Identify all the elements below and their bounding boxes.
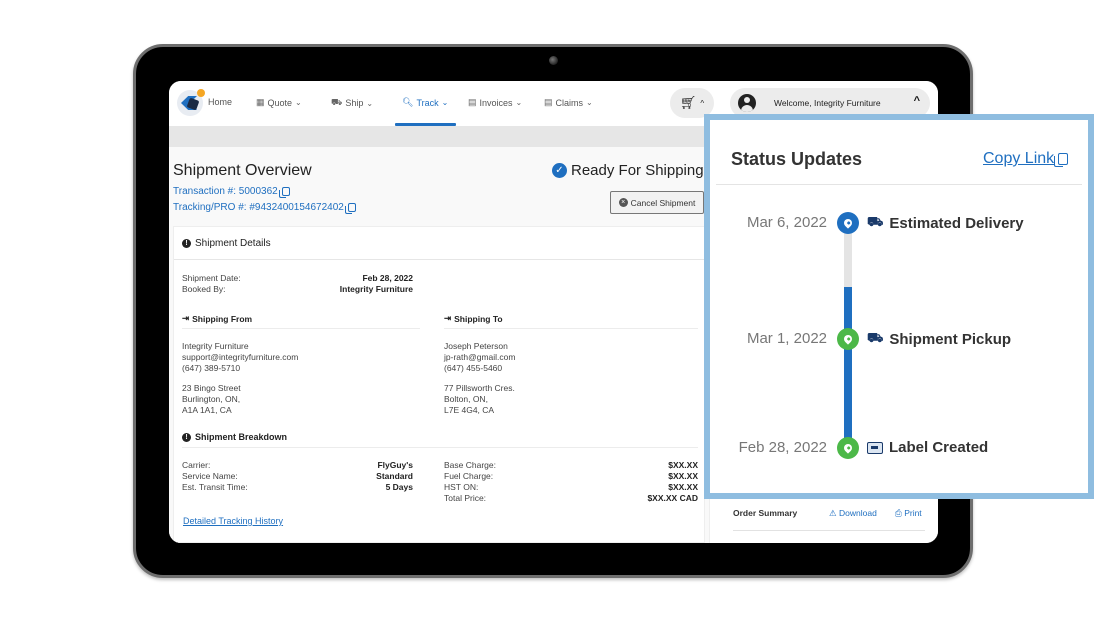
event-date: Feb 28, 2022 xyxy=(738,439,827,456)
shipping-to-address: Joseph Peterson jp-rath@gmail.com (647) 45… xyxy=(444,341,516,415)
chevron-down-icon: ⌄ xyxy=(515,98,523,107)
copy-icon xyxy=(1054,153,1069,167)
shipment-breakdown-title: ! Shipment Breakdown xyxy=(182,432,287,442)
price-breakdown: Base Charge: $XX.XX Fuel Charge: $XX.XX HS… xyxy=(444,460,698,503)
shipping-to-title: ⇥ Shipping To xyxy=(444,313,503,324)
download-icon: ⚠︎ xyxy=(829,508,837,518)
nav-home[interactable]: Home xyxy=(208,97,232,107)
sign-out-icon: ⇥ xyxy=(182,313,190,323)
download-link[interactable]: ⚠︎ Download xyxy=(829,508,877,519)
chevron-down-icon: ⌄ xyxy=(366,98,374,108)
copy-link-button[interactable]: Copy Link xyxy=(983,150,1069,168)
detailed-tracking-history-link[interactable]: Detailed Tracking History xyxy=(183,516,283,526)
event-estimated-delivery: ⛟ Estimated Delivery xyxy=(867,214,1024,232)
event-label-created: Label Created xyxy=(867,439,988,456)
check-circle-icon: ✓ xyxy=(552,163,567,178)
chevron-up-icon: ^ xyxy=(700,98,705,108)
label-icon xyxy=(867,441,883,454)
sign-in-icon: ⇥ xyxy=(444,313,452,323)
nav-claims[interactable]: ▤ Claims ⌄ xyxy=(544,97,593,108)
file-icon: ▤ xyxy=(544,97,553,107)
map-pin-icon xyxy=(837,328,859,350)
event-shipment-pickup: ⛟ Shipment Pickup xyxy=(867,330,1012,348)
status-updates-panel: Status Updates Copy Link Mar 6, 2022 ⛟ Es… xyxy=(704,114,1094,499)
file-icon: ▤ xyxy=(468,97,477,107)
truck-icon: ⛟ xyxy=(331,97,343,107)
timeline-pending-segment xyxy=(844,232,852,287)
timeline-progress-segment xyxy=(844,287,852,447)
truck-icon: ⛟ xyxy=(867,330,884,345)
nav-ship[interactable]: ⛟ Ship ⌄ xyxy=(331,97,373,109)
order-summary-title: Order Summary xyxy=(733,508,798,518)
shipment-details-title: ! Shipment Details xyxy=(182,238,271,249)
page-title: Shipment Overview xyxy=(173,162,312,179)
info-icon: ! xyxy=(182,239,191,248)
cart-icon: 🛒︎ xyxy=(679,95,697,110)
copy-icon[interactable] xyxy=(344,203,356,214)
shipping-from-title: ⇥ Shipping From xyxy=(182,313,253,324)
carrier-info: Carrier: FlyGuy's Service Name: Standard E… xyxy=(182,460,413,492)
camera-icon xyxy=(549,56,558,65)
tracking-number[interactable]: Tracking/PRO #: #9432400154672402 xyxy=(173,202,356,214)
welcome-text: Welcome, Integrity Furniture xyxy=(774,98,881,108)
print-link[interactable]: ⎙ Print xyxy=(895,508,922,519)
nav-track[interactable]: 🔍︎ Track ⌄ xyxy=(402,97,448,108)
event-date: Mar 1, 2022 xyxy=(746,330,827,347)
nav-invoices[interactable]: ▤ Invoices ⌄ xyxy=(468,97,522,108)
map-pin-icon xyxy=(837,212,859,234)
chevron-down-icon: ⌄ xyxy=(441,98,449,107)
nav-quote[interactable]: ▦ Quote ⌄ xyxy=(256,97,302,108)
print-icon: ⎙ xyxy=(895,508,902,518)
status-badge: ✓ Ready For Shipping xyxy=(552,162,704,179)
avatar-icon xyxy=(738,94,756,112)
transaction-number[interactable]: Transaction #: 5000362 xyxy=(173,186,290,198)
copy-icon[interactable] xyxy=(278,187,290,198)
info-icon: ! xyxy=(182,432,191,442)
shipment-meta: Shipment Date: Feb 28, 2022 Booked By: Int… xyxy=(182,273,413,294)
cancel-shipment-button[interactable]: × Cancel Shipment xyxy=(610,191,704,214)
search-icon: 🔍︎ xyxy=(402,97,414,107)
chevron-down-icon: ⌄ xyxy=(586,98,593,107)
map-pin-icon xyxy=(837,437,859,459)
truck-icon: ⛟ xyxy=(867,214,884,229)
shipping-from-address: Integrity Furniture support@integrityfurn… xyxy=(182,341,299,415)
logo-icon[interactable] xyxy=(177,89,205,116)
chevron-down-icon: ⌄ xyxy=(295,98,302,107)
calculator-icon: ▦ xyxy=(256,97,265,107)
event-date: Mar 6, 2022 xyxy=(746,214,827,231)
shipment-details-card: ! Shipment Details Shipment Date: Feb 28, … xyxy=(173,226,705,543)
status-updates-title: Status Updates xyxy=(731,149,863,169)
x-circle-icon: × xyxy=(618,198,628,207)
chevron-up-icon: ^ xyxy=(913,95,920,107)
